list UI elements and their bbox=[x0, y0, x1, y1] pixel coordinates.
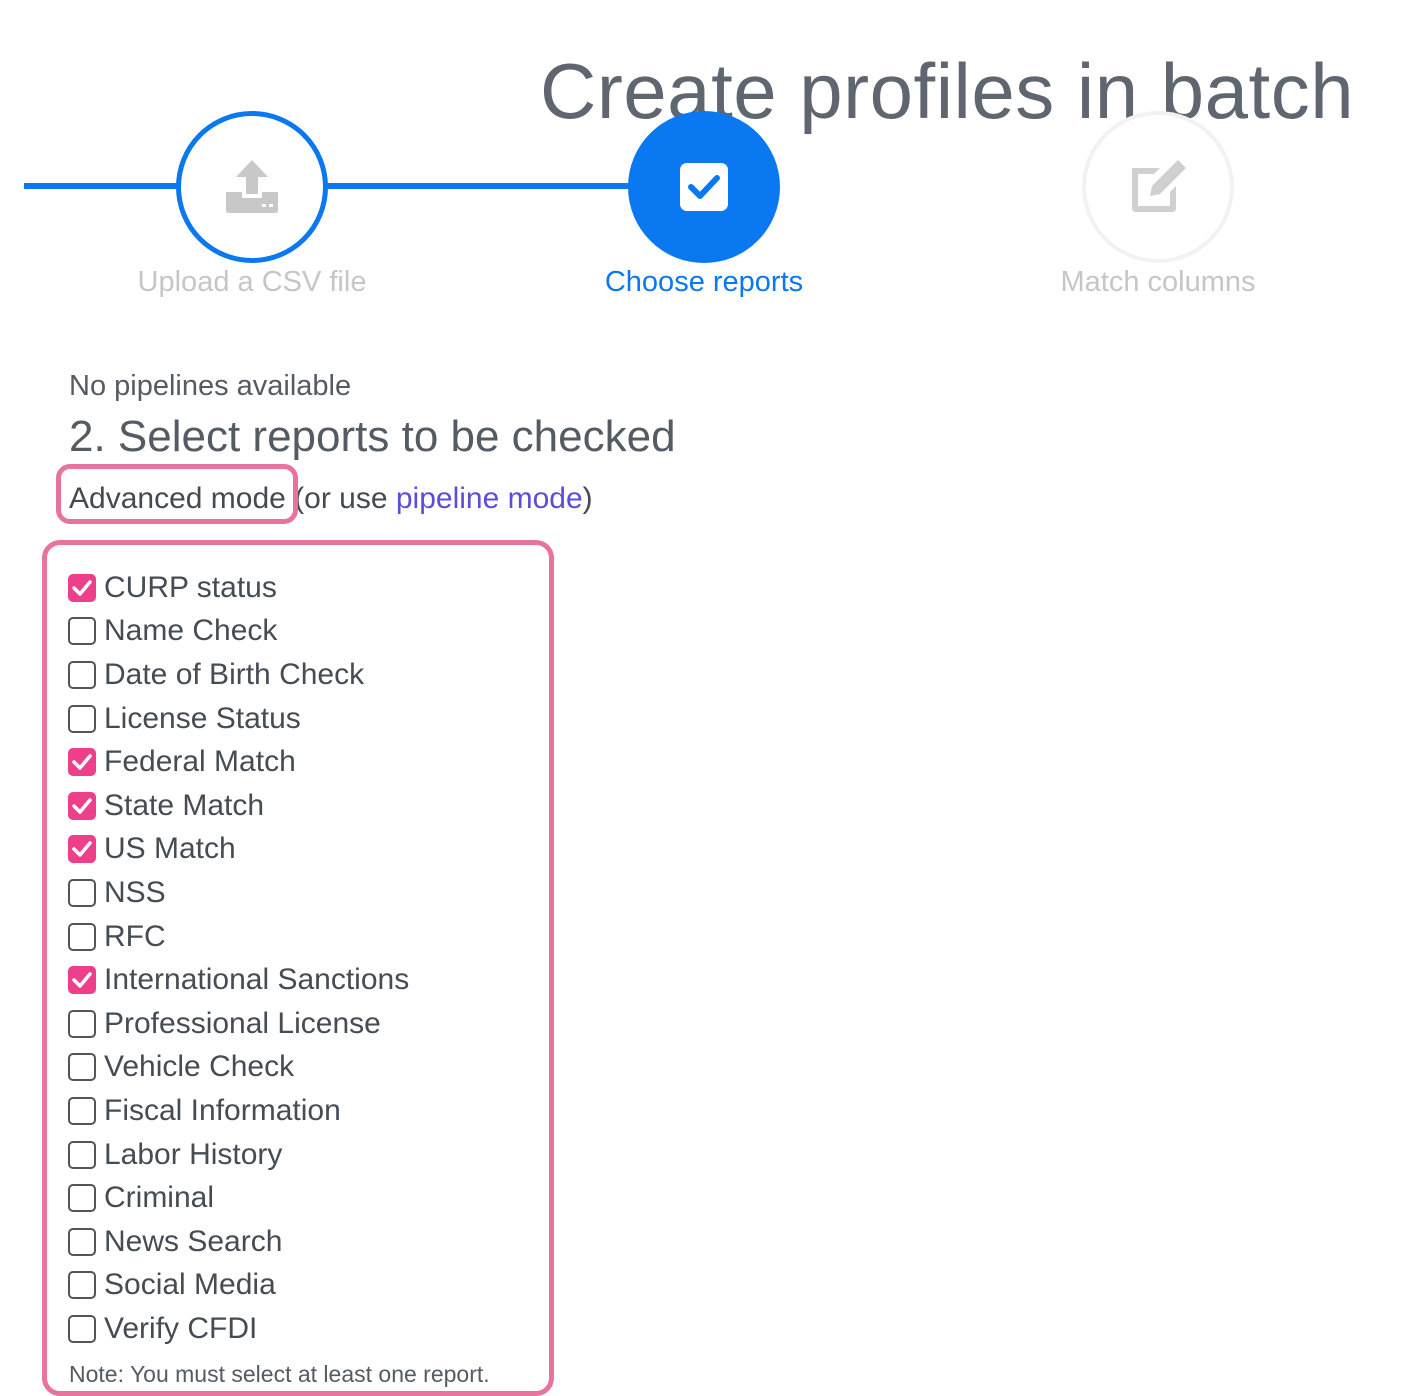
report-checkbox[interactable] bbox=[68, 1314, 96, 1343]
mode-suffix: ) bbox=[582, 482, 593, 515]
report-label: Labor History bbox=[104, 1137, 283, 1171]
report-checkbox[interactable] bbox=[68, 617, 96, 646]
report-item[interactable]: Social Media bbox=[68, 1264, 409, 1308]
report-label: Fiscal Information bbox=[104, 1093, 341, 1127]
report-label: Name Check bbox=[104, 614, 278, 648]
report-item[interactable]: License Status bbox=[68, 697, 409, 741]
report-label: CURP status bbox=[104, 570, 277, 604]
report-checkbox[interactable] bbox=[68, 1009, 96, 1038]
selection-note: Note: You must select at least one repor… bbox=[69, 1361, 490, 1387]
report-item[interactable]: Date of Birth Check bbox=[68, 653, 409, 697]
report-label: RFC bbox=[104, 919, 166, 953]
step-upload-csv[interactable] bbox=[176, 111, 328, 263]
report-label: Criminal bbox=[104, 1181, 215, 1215]
report-item[interactable]: Verify CFDI bbox=[68, 1307, 409, 1351]
report-item[interactable]: International Sanctions bbox=[68, 958, 409, 1002]
step-label-upload[interactable]: Upload a CSV file bbox=[138, 266, 367, 299]
step-label-choose[interactable]: Choose reports bbox=[605, 266, 803, 299]
report-checkbox[interactable] bbox=[68, 1096, 96, 1125]
advanced-mode-highlight bbox=[56, 464, 298, 524]
report-item[interactable]: Fiscal Information bbox=[68, 1089, 409, 1133]
checkmark-icon bbox=[72, 972, 92, 988]
report-checkbox[interactable] bbox=[68, 1053, 96, 1082]
report-checkbox[interactable] bbox=[68, 748, 96, 777]
report-item[interactable]: RFC bbox=[68, 915, 409, 959]
report-label: Federal Match bbox=[104, 745, 296, 779]
report-checkbox[interactable] bbox=[68, 1184, 96, 1213]
report-label: Vehicle Check bbox=[104, 1050, 295, 1084]
report-item[interactable]: Labor History bbox=[68, 1133, 409, 1177]
report-checkbox[interactable] bbox=[68, 878, 96, 907]
stepper-connector-2 bbox=[324, 183, 634, 189]
report-checkbox[interactable] bbox=[68, 835, 96, 864]
section-title: 2. Select reports to be checked bbox=[69, 412, 676, 461]
report-label: Professional License bbox=[104, 1006, 381, 1040]
step-choose-reports[interactable] bbox=[628, 111, 780, 263]
report-label: International Sanctions bbox=[104, 963, 410, 997]
report-item[interactable]: CURP status bbox=[68, 566, 409, 610]
report-item[interactable]: Criminal bbox=[68, 1176, 409, 1220]
report-label: News Search bbox=[104, 1224, 283, 1258]
report-item[interactable]: Professional License bbox=[68, 1002, 409, 1046]
pipeline-mode-link[interactable]: pipeline mode bbox=[396, 482, 583, 515]
mode-prefix: (or use bbox=[285, 482, 396, 515]
report-checkbox[interactable] bbox=[68, 1140, 96, 1169]
stepper-connector-1 bbox=[24, 183, 180, 189]
no-pipelines-message: No pipelines available bbox=[69, 370, 352, 402]
checkmark-icon bbox=[72, 580, 92, 596]
report-item[interactable]: NSS bbox=[68, 871, 409, 915]
report-checkbox[interactable] bbox=[68, 791, 96, 820]
report-checkbox[interactable] bbox=[68, 1271, 96, 1300]
report-item[interactable]: Name Check bbox=[68, 610, 409, 654]
report-label: Date of Birth Check bbox=[104, 657, 365, 691]
report-item[interactable]: US Match bbox=[68, 828, 409, 872]
report-item[interactable]: Vehicle Check bbox=[68, 1046, 409, 1090]
report-checkbox[interactable] bbox=[68, 660, 96, 689]
report-checkbox[interactable] bbox=[68, 922, 96, 951]
report-checkbox[interactable] bbox=[68, 966, 96, 995]
report-label: State Match bbox=[104, 788, 265, 822]
report-label: Social Media bbox=[104, 1268, 276, 1302]
checkmark-icon bbox=[72, 841, 92, 858]
report-label: NSS bbox=[104, 875, 166, 909]
report-item[interactable]: Federal Match bbox=[68, 740, 409, 784]
checkmark-icon bbox=[72, 798, 92, 814]
report-label: License Status bbox=[104, 701, 301, 735]
report-item[interactable]: News Search bbox=[68, 1220, 409, 1264]
report-label: Verify CFDI bbox=[104, 1311, 258, 1345]
report-list: CURP status Name Check Date of Birth Check… bbox=[68, 566, 409, 1351]
report-checkbox[interactable] bbox=[68, 573, 96, 602]
report-checkbox[interactable] bbox=[68, 704, 96, 733]
upload-icon bbox=[226, 160, 278, 213]
checkmark-icon bbox=[72, 754, 92, 770]
report-checkbox[interactable] bbox=[68, 1227, 96, 1256]
report-label: US Match bbox=[104, 832, 236, 866]
report-item[interactable]: State Match bbox=[68, 784, 409, 828]
checkbox-icon bbox=[680, 163, 728, 211]
edit-icon bbox=[1132, 160, 1186, 212]
step-match-columns[interactable] bbox=[1082, 111, 1234, 263]
step-label-match[interactable]: Match columns bbox=[1060, 266, 1255, 299]
